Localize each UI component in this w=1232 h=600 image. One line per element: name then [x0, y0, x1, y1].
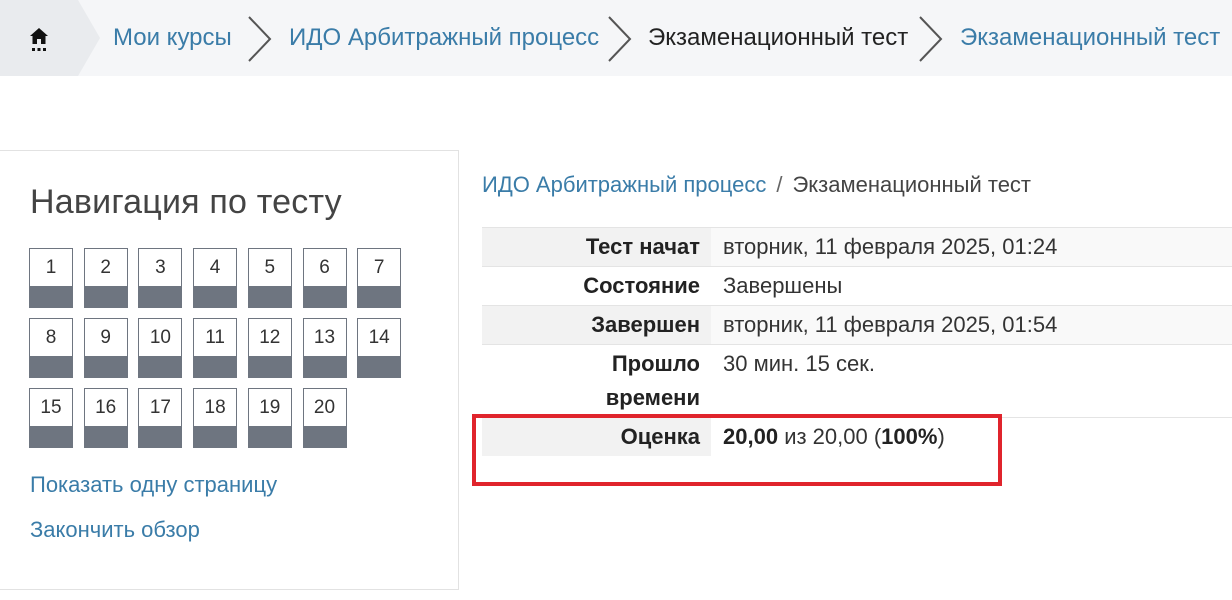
question-button-19[interactable]: 19	[247, 388, 292, 448]
question-button-9[interactable]: 9	[83, 318, 128, 378]
summary-breadcrumb-separator: /	[776, 172, 783, 197]
finished-label: Завершен	[591, 312, 700, 337]
home-arrow-shape	[78, 0, 100, 76]
question-button-5[interactable]: 5	[247, 248, 292, 308]
question-status-bar	[139, 356, 182, 377]
question-button-13[interactable]: 13	[302, 318, 347, 378]
started-row: Тест начат вторник, 11 февраля 2025, 01:…	[482, 228, 1232, 266]
question-number: 14	[368, 327, 390, 348]
question-number: 16	[95, 397, 117, 418]
question-status-bar	[194, 356, 237, 377]
question-status-bar	[358, 356, 401, 377]
elapsed-label-line2: времени	[605, 385, 700, 410]
question-number: 13	[313, 327, 336, 348]
question-number: 17	[149, 397, 171, 418]
chevron-right-icon	[608, 16, 632, 62]
breadcrumb-section: Экзаменационный тест	[648, 24, 909, 51]
question-button-7[interactable]: 7	[357, 248, 402, 308]
question-status-bar	[303, 426, 346, 447]
question-button-3[interactable]: 3	[138, 248, 183, 308]
question-status-bar	[84, 356, 127, 377]
question-button-1[interactable]: 1	[29, 248, 73, 308]
question-number: 4	[209, 257, 221, 278]
finish-review-link[interactable]: Закончить обзор	[30, 517, 200, 543]
finished-value: вторник, 11 февраля 2025, 01:54	[723, 312, 1058, 337]
question-status-bar	[303, 286, 346, 307]
state-label: Состояние	[583, 273, 700, 298]
question-button-6[interactable]: 6	[302, 248, 347, 308]
quiz-navigation-title: Навигация по тесту	[30, 183, 342, 221]
state-row: Состояние Завершены	[482, 267, 1232, 305]
finished-row: Завершен вторник, 11 февраля 2025, 01:54	[482, 306, 1232, 344]
breadcrumb: Мои курсы ИДО Арбитражный процесс Экзаме…	[0, 0, 1232, 76]
question-number: 18	[204, 397, 226, 418]
question-button-20[interactable]: 20	[302, 388, 347, 448]
breadcrumb-course[interactable]: ИДО Арбитражный процесс	[289, 22, 599, 54]
question-number: 9	[100, 327, 111, 348]
grade-highlight-box	[472, 414, 1002, 486]
question-button-16[interactable]: 16	[83, 388, 128, 448]
question-status-bar	[248, 426, 291, 447]
question-button-4[interactable]: 4	[193, 248, 238, 308]
question-status-bar	[84, 426, 127, 447]
question-number: 20	[313, 397, 336, 418]
question-number: 10	[149, 327, 171, 348]
question-number: 6	[319, 257, 330, 278]
question-button-18[interactable]: 18	[193, 388, 238, 448]
question-number: 8	[45, 327, 57, 348]
question-status-bar	[30, 286, 72, 307]
elapsed-value: 30 мин. 15 сек.	[723, 351, 875, 376]
state-value: Завершены	[723, 273, 843, 298]
question-button-15[interactable]: 15	[29, 388, 73, 448]
summary-test-name: Экзаменационный тест	[792, 172, 1031, 197]
question-status-bar	[30, 426, 72, 447]
question-status-bar	[248, 286, 291, 307]
breadcrumb-my-courses[interactable]: Мои курсы	[113, 22, 232, 54]
started-value: вторник, 11 февраля 2025, 01:24	[723, 234, 1058, 259]
question-status-bar	[84, 286, 127, 307]
question-button-14[interactable]: 14	[357, 318, 402, 378]
question-number: 11	[205, 327, 225, 348]
question-status-bar	[194, 426, 237, 447]
question-number: 15	[40, 397, 62, 418]
question-button-8[interactable]: 8	[29, 318, 73, 378]
question-number: 5	[264, 257, 276, 278]
home-button[interactable]	[0, 0, 78, 76]
elapsed-row: Прошло времени 30 мин. 15 сек.	[482, 345, 1232, 417]
question-number: 2	[100, 257, 111, 278]
question-button-17[interactable]: 17	[138, 388, 183, 448]
chevron-right-icon	[248, 16, 272, 62]
started-label: Тест начат	[585, 234, 700, 259]
breadcrumb-quiz[interactable]: Экзаменационный тест	[960, 22, 1220, 54]
chevron-right-icon	[919, 16, 943, 62]
question-status-bar	[30, 356, 72, 377]
summary-course-link[interactable]: ИДО Арбитражный процесс	[482, 172, 766, 197]
question-button-2[interactable]: 2	[83, 248, 128, 308]
question-status-bar	[139, 286, 182, 307]
summary-breadcrumb: ИДО Арбитражный процесс / Экзаменационный …	[482, 172, 1031, 198]
question-number: 12	[259, 327, 281, 348]
question-status-bar	[194, 286, 237, 307]
question-status-bar	[303, 356, 346, 377]
question-status-bar	[358, 286, 401, 307]
question-button-12[interactable]: 12	[247, 318, 292, 378]
question-button-10[interactable]: 10	[138, 318, 183, 378]
question-number: 19	[259, 397, 281, 418]
question-status-bar	[248, 356, 291, 377]
elapsed-label-line1: Прошло	[611, 351, 700, 376]
question-button-11[interactable]: 11	[193, 318, 238, 378]
question-number: 3	[155, 257, 166, 278]
question-number: 7	[373, 257, 385, 278]
home-icon	[30, 28, 48, 51]
show-one-page-link[interactable]: Показать одну страницу	[30, 472, 277, 498]
question-status-bar	[139, 426, 182, 447]
question-number: 1	[45, 257, 57, 278]
